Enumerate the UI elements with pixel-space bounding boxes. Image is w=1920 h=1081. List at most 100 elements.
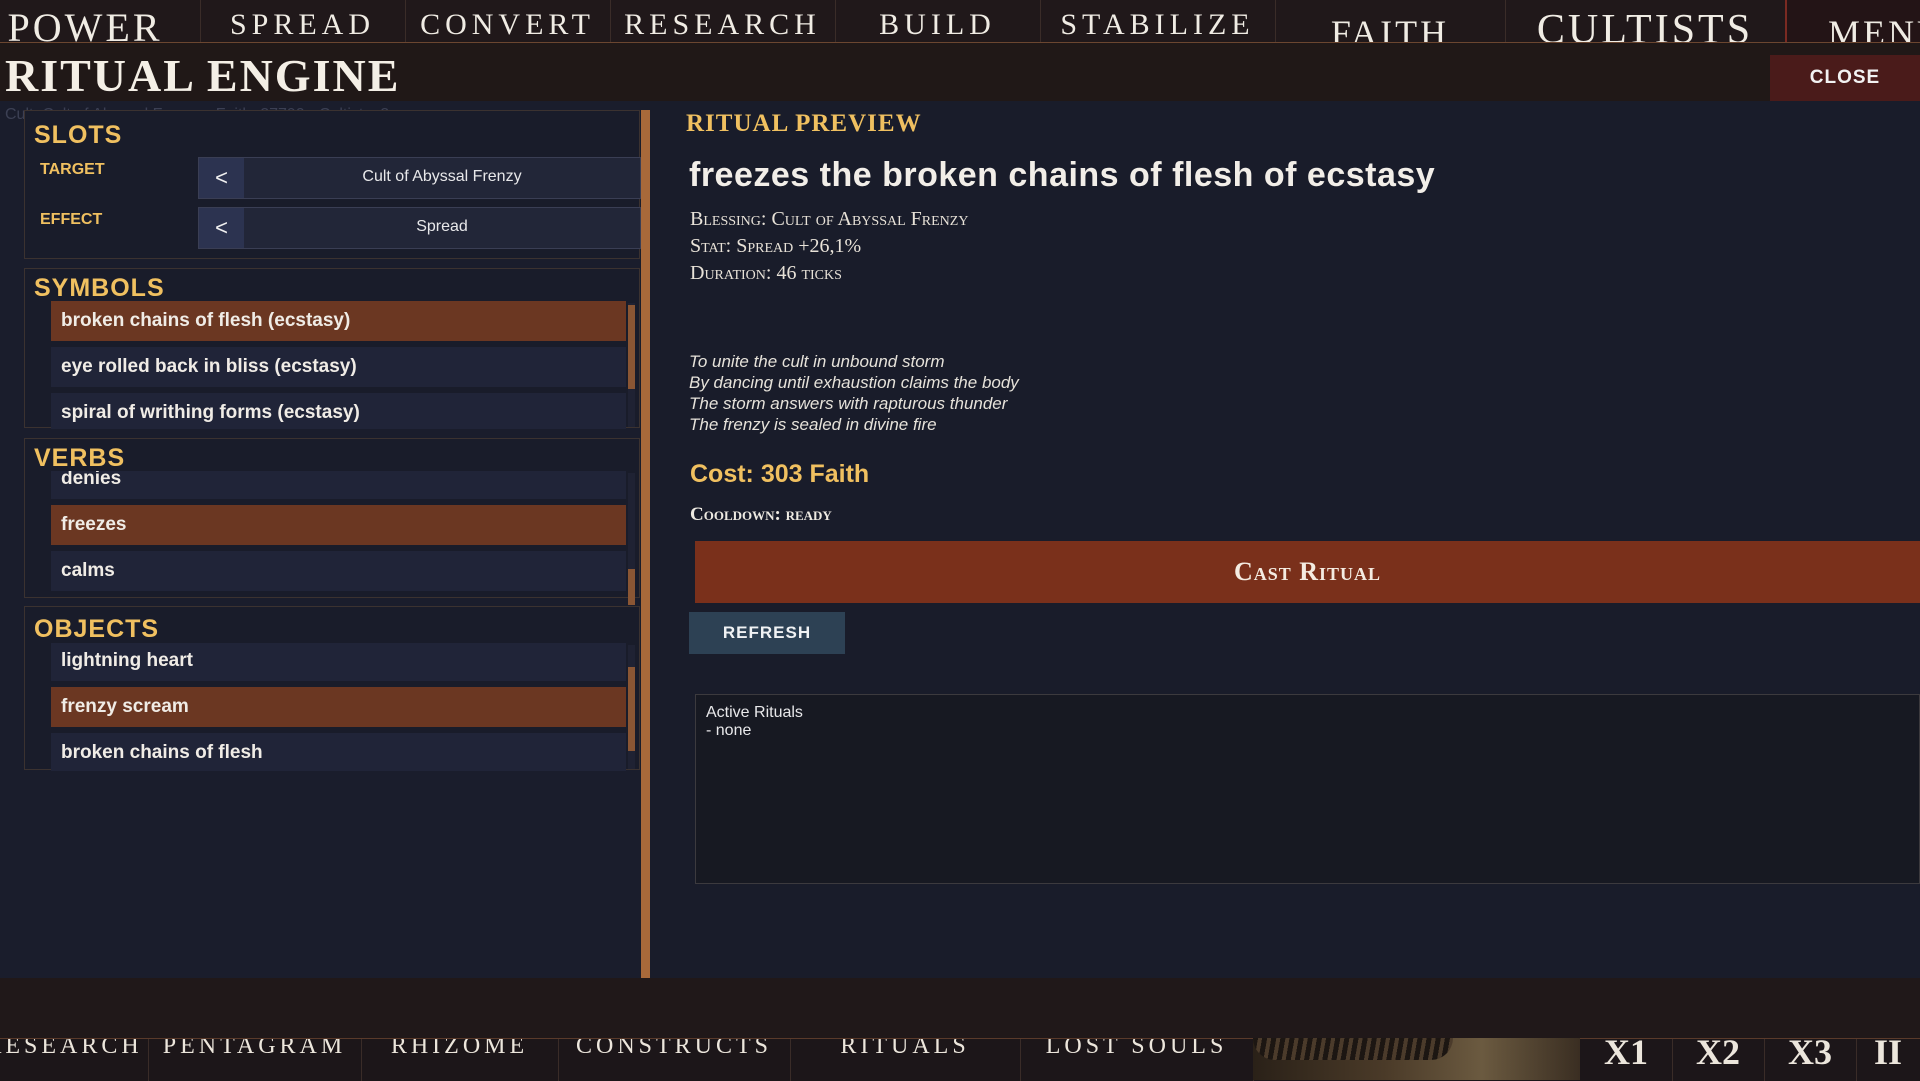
verb-item[interactable]: denies [51, 471, 626, 499]
title-bar: RITUAL ENGINE [0, 43, 1920, 101]
objects-section: OBJECTS lightning heart frenzy scream br… [24, 606, 640, 771]
bottom-strip [0, 978, 1920, 1038]
active-rituals-title: Active Rituals [706, 704, 803, 721]
verb-item-label: freezes [61, 514, 127, 535]
poem-line: To unite the cult in unbound storm [689, 352, 945, 371]
tab-research[interactable]: RESEARCH [610, 0, 836, 42]
slots-section: SLOTS TARGET < Cult of Abyssal Frenzy EF… [24, 110, 641, 259]
tab-menu-label: MENU [1828, 13, 1920, 42]
verb-item[interactable]: freezes [51, 505, 626, 545]
verbs-section: VERBS denies freezes calms [24, 438, 640, 605]
symbols-section: SYMBOLS broken chains of flesh (ecstasy)… [24, 268, 640, 429]
speed-x3-label: X3 [1788, 1039, 1832, 1072]
bottom-tab-pentagram-label: PENTAGRAM [162, 1039, 347, 1059]
slots-heading: SLOTS [34, 121, 123, 149]
bottom-tab-constructs[interactable]: CONSTRUCTS [558, 1039, 791, 1081]
verb-item[interactable]: calms [51, 551, 626, 591]
verbs-heading: VERBS [34, 444, 126, 472]
tab-build-label: BUILD [879, 8, 996, 41]
bottom-tab-lost-souls[interactable]: LOST SOULS [1020, 1039, 1254, 1081]
target-value[interactable]: Cult of Abyssal Frenzy [244, 168, 640, 186]
objects-heading: OBJECTS [34, 615, 160, 643]
tab-convert-label: CONVERT [420, 8, 595, 41]
tab-research-label: RESEARCH [624, 8, 821, 41]
object-item-label: lightning heart [61, 650, 193, 671]
speed-x3-button[interactable]: X3 [1764, 1039, 1857, 1081]
speed-x2-label: X2 [1696, 1039, 1740, 1072]
symbol-item[interactable]: broken chains of flesh (ecstasy) [51, 301, 626, 341]
cast-ritual-button[interactable]: Cast Ritual [695, 541, 1920, 603]
verbs-scroll-thumb[interactable] [628, 569, 635, 605]
tab-faith[interactable]: FAITH [1275, 0, 1506, 42]
active-rituals-entry: - none [706, 722, 752, 739]
cooldown-status: Cooldown: ready [690, 504, 832, 525]
bottom-tab-rituals[interactable]: RITUALS [790, 1039, 1021, 1081]
blessing-line: Blessing: Cult of Abyssal Frenzy [690, 208, 969, 230]
tab-power-label: POWER [7, 5, 163, 42]
tab-power[interactable]: POWER [0, 0, 201, 42]
tab-build[interactable]: BUILD [835, 0, 1041, 42]
symbol-item-label: spiral of writhing forms (ecstasy) [61, 402, 360, 423]
bottom-nav: RESEARCH PENTAGRAM RHIZOME CONSTRUCTS RI… [0, 1038, 1920, 1081]
verb-item-label: calms [61, 560, 115, 581]
target-label: TARGET [40, 161, 105, 178]
verb-item-label: denies [61, 471, 122, 489]
chevron-left-icon: < [215, 165, 228, 190]
duration-line: Duration: 46 ticks [690, 262, 842, 284]
active-rituals-box: Active Rituals - none [695, 694, 1920, 884]
verbs-list: denies freezes calms [25, 471, 639, 599]
tab-spread[interactable]: SPREAD [200, 0, 406, 42]
speed-x2-button[interactable]: X2 [1672, 1039, 1765, 1081]
bottom-tab-research-label: RESEARCH [0, 1039, 143, 1059]
stat-line: Stat: Spread +26,1% [690, 235, 862, 257]
ritual-phrase: freezes the broken chains of flesh of ec… [689, 156, 1436, 194]
close-button[interactable]: CLOSE [1770, 55, 1920, 101]
tab-cultists-label: CULTISTS [1536, 7, 1754, 42]
effect-prev-button[interactable]: < [199, 208, 244, 248]
bottom-tab-constructs-label: CONSTRUCTS [575, 1039, 773, 1059]
effect-label: EFFECT [40, 211, 103, 228]
panel-splitter[interactable] [641, 110, 650, 1030]
effect-value[interactable]: Spread [244, 218, 640, 236]
decorative-nest-image [1253, 1038, 1580, 1080]
top-nav: POWER SPREAD CONVERT RESEARCH BUILD STAB… [0, 0, 1920, 43]
bottom-tab-rituals-label: RITUALS [840, 1039, 970, 1059]
tab-convert[interactable]: CONVERT [405, 0, 611, 42]
effect-selector: < Spread [198, 207, 641, 249]
poem-line: The storm answers with rapturous thunder [689, 394, 1008, 413]
page-title: RITUAL ENGINE [5, 50, 401, 101]
bottom-tab-research[interactable]: RESEARCH [0, 1039, 149, 1081]
preview-heading: RITUAL PREVIEW [686, 110, 922, 137]
symbols-heading: SYMBOLS [34, 274, 165, 302]
objects-scroll-thumb[interactable] [628, 667, 635, 751]
symbol-item[interactable]: spiral of writhing forms (ecstasy) [51, 393, 626, 429]
speed-x1-button[interactable]: X1 [1580, 1039, 1673, 1081]
bottom-tab-rhizome-label: RHIZOME [390, 1039, 529, 1059]
target-prev-button[interactable]: < [199, 158, 244, 198]
chevron-left-icon: < [215, 215, 228, 240]
tab-cultists[interactable]: CULTISTS [1505, 0, 1786, 42]
pause-button[interactable]: II [1856, 1039, 1920, 1081]
poem-line: By dancing until exhaustion claims the b… [689, 373, 1019, 392]
speed-x1-label: X1 [1604, 1039, 1648, 1072]
target-selector: < Cult of Abyssal Frenzy [198, 157, 641, 199]
symbol-item-label: broken chains of flesh (ecstasy) [61, 310, 351, 331]
refresh-button[interactable]: REFRESH [689, 612, 845, 654]
bottom-tab-pentagram[interactable]: PENTAGRAM [148, 1039, 362, 1081]
poem-line: The frenzy is sealed in divine fire [689, 415, 937, 434]
tab-faith-label: FAITH [1330, 13, 1450, 42]
object-item[interactable]: lightning heart [51, 643, 626, 681]
object-item[interactable]: broken chains of flesh [51, 733, 626, 771]
symbol-item-label: eye rolled back in bliss (ecstasy) [61, 356, 357, 377]
bottom-tab-rhizome[interactable]: RHIZOME [361, 1039, 559, 1081]
nest-basket-shape [1253, 1038, 1453, 1060]
tab-stabilize[interactable]: STABILIZE [1040, 0, 1276, 42]
tab-menu[interactable]: MENU [1785, 0, 1920, 42]
object-item[interactable]: frenzy scream [51, 687, 626, 727]
symbols-list: broken chains of flesh (ecstasy) eye rol… [25, 301, 639, 429]
bottom-tab-lost-souls-label: LOST SOULS [1045, 1039, 1228, 1059]
objects-list: lightning heart frenzy scream broken cha… [25, 643, 639, 771]
symbols-scroll-thumb[interactable] [628, 305, 635, 389]
object-item-label: frenzy scream [61, 696, 189, 717]
symbol-item[interactable]: eye rolled back in bliss (ecstasy) [51, 347, 626, 387]
